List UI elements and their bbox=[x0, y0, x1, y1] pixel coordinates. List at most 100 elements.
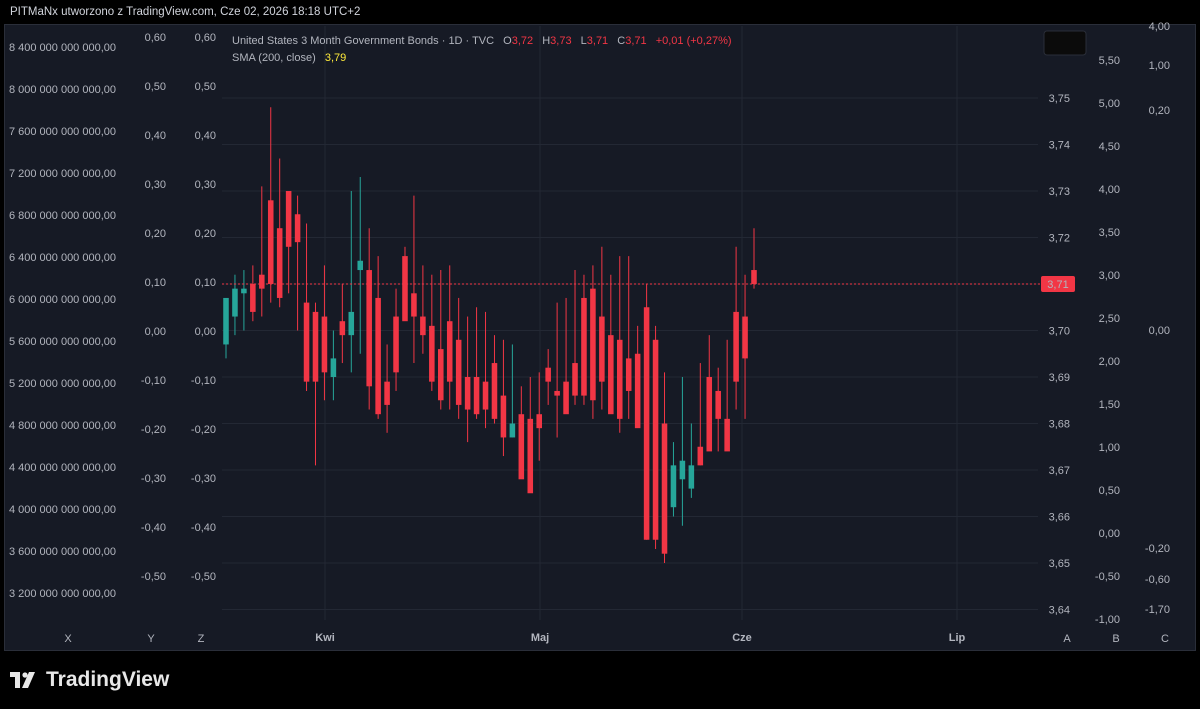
sma-value: 3,79 bbox=[325, 52, 346, 64]
scale-b-tick: 2,50 bbox=[1099, 313, 1120, 325]
candle-body bbox=[276, 228, 283, 298]
candle-body bbox=[670, 465, 677, 508]
candle bbox=[742, 274, 748, 419]
price-axis-tick: 3,64 bbox=[1049, 605, 1070, 617]
candle-body bbox=[563, 381, 569, 415]
scale-x-tick: 6 400 000 000 000,00 bbox=[9, 252, 116, 264]
candle bbox=[267, 107, 274, 303]
candle-body bbox=[232, 288, 238, 317]
candle bbox=[706, 335, 713, 452]
candle bbox=[688, 423, 695, 498]
brand-name: TradingView bbox=[46, 668, 170, 691]
scale-c-tick: -1,70 bbox=[1145, 604, 1170, 616]
axis-button-z: Z bbox=[198, 633, 205, 645]
candle bbox=[420, 265, 426, 354]
scale-y-tick: 0,60 bbox=[145, 32, 166, 44]
candle-body bbox=[491, 363, 498, 419]
scale-c-tick: 4,00 bbox=[1149, 21, 1170, 33]
candle-body bbox=[652, 339, 659, 540]
scale-b-tick: 2,00 bbox=[1099, 356, 1120, 368]
scale-b-tick: 0,50 bbox=[1099, 485, 1120, 497]
scale-c-tick: -0,60 bbox=[1145, 574, 1170, 586]
scale-c-tick: 1,00 bbox=[1149, 60, 1170, 72]
axis-button-x: X bbox=[64, 633, 72, 645]
candle-body bbox=[482, 381, 489, 410]
candle bbox=[733, 246, 739, 410]
scale-y-tick: 0,30 bbox=[145, 179, 166, 191]
candle-body bbox=[267, 200, 274, 284]
scale-c-tick: 0,00 bbox=[1149, 325, 1170, 337]
candle bbox=[715, 367, 721, 452]
chart-overlay-button[interactable] bbox=[1043, 30, 1087, 56]
candle bbox=[608, 274, 614, 415]
axis-button-b: B bbox=[1112, 633, 1119, 645]
candle-body bbox=[357, 260, 364, 271]
candle-body bbox=[724, 418, 730, 452]
candle bbox=[429, 274, 435, 391]
candle bbox=[536, 372, 542, 461]
scale-z-tick: -0,30 bbox=[191, 473, 216, 485]
candle-body bbox=[438, 349, 444, 401]
chart-svg: 3,75 3,74 3,73 3,72 3,71 3,70 3,69 3,68 3,67 3,66… bbox=[9, 21, 1170, 645]
candle bbox=[294, 195, 301, 331]
candle-body bbox=[536, 414, 542, 429]
scale-x-tick: 4 000 000 000 000,00 bbox=[9, 504, 116, 516]
scale-b-tick: 1,00 bbox=[1099, 442, 1120, 454]
scale-z-tick: 0,10 bbox=[195, 277, 216, 289]
scale-z-tick: 0,50 bbox=[195, 81, 216, 93]
candle bbox=[616, 256, 623, 433]
candle-body bbox=[303, 302, 310, 382]
candle-body bbox=[330, 358, 337, 377]
candle bbox=[545, 349, 551, 405]
scale-y-tick: 0,40 bbox=[145, 130, 166, 142]
price-axis-tick: 3,70 bbox=[1049, 326, 1070, 338]
axis-button-a: A bbox=[1063, 633, 1071, 645]
candle bbox=[330, 330, 337, 401]
candle-body bbox=[509, 423, 516, 438]
scale-b-tick: -1,00 bbox=[1095, 614, 1120, 626]
scale-b-tick: 4,00 bbox=[1099, 184, 1120, 196]
candle-body bbox=[500, 395, 507, 438]
candle bbox=[679, 377, 686, 526]
legend-c-label: C bbox=[617, 35, 625, 47]
legend-symbol: United States 3 Month Government Bonds ·… bbox=[232, 35, 494, 47]
time-axis-label: Cze bbox=[732, 632, 752, 644]
tradingview-brand[interactable]: TradingView bbox=[10, 668, 169, 692]
scale-x-tick: 8 000 000 000 000,00 bbox=[9, 84, 116, 96]
candle-body bbox=[599, 316, 605, 382]
price-axis-tick: 3,73 bbox=[1049, 186, 1070, 198]
scale-z-tick: -0,10 bbox=[191, 375, 216, 387]
candle bbox=[724, 339, 730, 452]
candle-body bbox=[393, 316, 399, 373]
price-axis-tick: 3,66 bbox=[1049, 512, 1070, 524]
scale-x-tick: 3 600 000 000 000,00 bbox=[9, 546, 116, 558]
candle bbox=[438, 270, 444, 410]
scale-c-tick: -0,20 bbox=[1145, 543, 1170, 555]
candle-body bbox=[366, 270, 372, 387]
candle bbox=[527, 377, 534, 494]
candle-body bbox=[527, 418, 534, 494]
scale-b-tick: 3,00 bbox=[1099, 270, 1120, 282]
candle bbox=[455, 297, 462, 419]
candle bbox=[482, 311, 489, 429]
axis-button-c: C bbox=[1161, 633, 1169, 645]
scale-y-tick: 0,20 bbox=[145, 228, 166, 240]
candle bbox=[259, 186, 265, 317]
candle bbox=[250, 265, 256, 322]
candle-body bbox=[464, 377, 471, 410]
candle-body bbox=[518, 414, 525, 480]
candle-body bbox=[259, 274, 265, 289]
candle-body bbox=[348, 311, 355, 336]
time-axis-label: Maj bbox=[531, 632, 549, 644]
scale-y-tick: 0,50 bbox=[145, 81, 166, 93]
candle-body bbox=[751, 270, 757, 284]
candle-body bbox=[384, 381, 390, 405]
candle-body bbox=[321, 316, 328, 373]
candle-body bbox=[429, 325, 435, 382]
scale-z-tick: 0,30 bbox=[195, 179, 216, 191]
price-axis-tick: 3,75 bbox=[1049, 93, 1070, 105]
candle-body bbox=[679, 460, 686, 480]
candle-body bbox=[420, 316, 426, 336]
scale-z-tick: 0,00 bbox=[195, 326, 216, 338]
candle-body bbox=[697, 446, 704, 466]
